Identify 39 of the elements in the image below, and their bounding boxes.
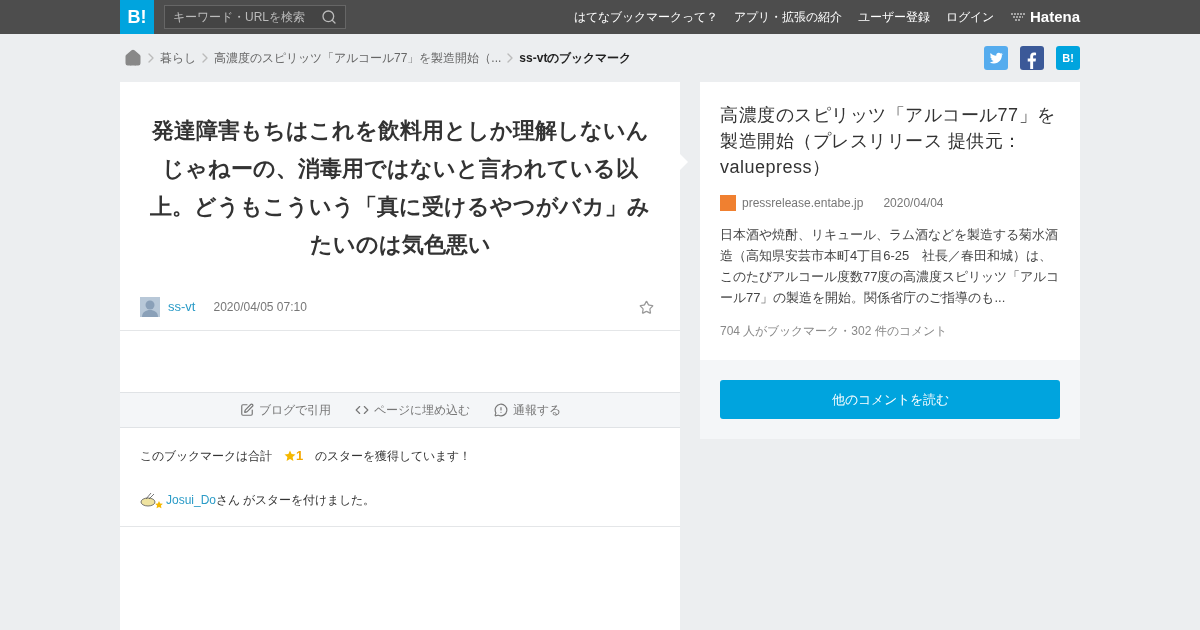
entry-summary: 日本酒や焼酎、リキュール、ラム酒などを製造する菊水酒造（高知県安芸市本町4丁目6-25 社長／春田和城）は、このたびアルコール度数77度の高濃度スピリッツ「アルコール77」の製造を開始。関係省庁のご指導のも... <box>720 226 1060 307</box>
action-icon <box>354 403 369 417</box>
twitter-share-icon[interactable] <box>984 46 1008 70</box>
brand-logo[interactable]: Hatena <box>1009 5 1080 29</box>
star-count: 1 <box>296 447 304 465</box>
site-domain[interactable]: pressrelease.entabe.jp <box>742 194 864 212</box>
search-icon[interactable] <box>321 9 337 25</box>
bookmark-time: 2020/04/05 07:10 <box>213 299 307 316</box>
nav-link[interactable]: ユーザー登録 <box>857 8 930 26</box>
nav-link[interactable]: ログイン <box>945 8 994 26</box>
action-link[interactable]: ページに埋め込む <box>354 401 470 419</box>
stars-summary-text: このブックマークは合計 <box>140 447 272 465</box>
user-avatar[interactable] <box>140 297 160 317</box>
action-link[interactable]: 通報する <box>493 401 561 419</box>
bookmark-comment: 発達障害もちはこれを飲料用としか理解しないんじゃねーの、消毒用ではないと言われている以上。どうもこういう「真に受けるやつがバカ」みたいのは気色悪い <box>149 117 651 259</box>
user-link[interactable]: Josui_Do <box>166 492 217 507</box>
star-giver-text: Josui_Doさん がスターを付けました。 <box>166 491 376 509</box>
nav-link[interactable]: アプリ・拡張の紹介 <box>733 8 842 26</box>
site-favicon <box>720 195 736 211</box>
search-field[interactable]: キーワード・URLを検索 <box>164 5 346 29</box>
action-link[interactable]: ブログで引用 <box>239 401 331 419</box>
entry-date: 2020/04/04 <box>883 195 944 212</box>
user-link[interactable]: ss-vt <box>168 297 196 317</box>
breadcrumb-link[interactable]: 暮らし <box>160 49 196 67</box>
breadcrumb-current: ss-vtのブックマーク <box>519 50 632 67</box>
action-icon <box>239 403 254 417</box>
breadcrumb-link[interactable]: 高濃度のスピリッツ「アルコール77」を製造開始（... <box>214 49 502 67</box>
nav-link[interactable]: はてなブックマークって？ <box>573 8 718 26</box>
bookmark-share-button[interactable]: B! <box>1056 46 1080 70</box>
action-icon <box>493 403 508 417</box>
home-icon[interactable] <box>124 49 142 67</box>
logo[interactable]: B! <box>120 0 154 34</box>
add-star-icon[interactable] <box>639 299 654 315</box>
star-icon <box>284 449 296 462</box>
stars-summary-text: のスターを獲得しています！ <box>315 447 472 465</box>
facebook-share-icon[interactable] <box>1020 46 1044 70</box>
entry-title[interactable]: 高濃度のスピリッツ「アルコール77」を製造開始（プレスリリース 提供元：valuepress） <box>720 102 1060 180</box>
read-comments-button[interactable]: 他のコメントを読む <box>720 380 1060 419</box>
entry-stats: 704 人がブックマーク・302 件のコメント <box>720 323 948 340</box>
